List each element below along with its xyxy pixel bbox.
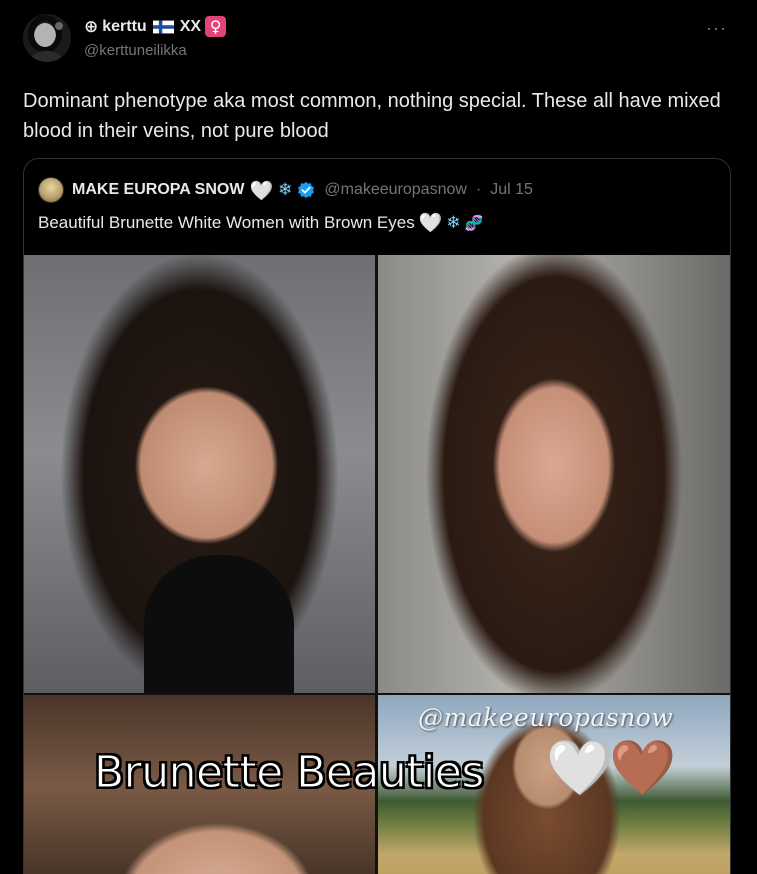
dna-icon: 🧬 [464,213,484,232]
white-heart-icon: 🤍 [418,212,443,234]
author-handle[interactable]: @kerttuneilikka [84,42,187,59]
quoted-tweet-date[interactable]: Jul 15 [490,181,533,199]
more-options-icon[interactable]: ··· [706,18,727,39]
tweet-text: Dominant phenotype aka most common, noth… [23,90,721,142]
snowflake-icon: ❄ [278,180,293,200]
image-watermark: @makeeuropasnow [418,703,674,732]
photo-top-left[interactable] [24,255,375,693]
quoted-tweet-text: Beautiful Brunette White Women with Brow… [38,212,415,232]
author-display-name[interactable]: kerttu [102,18,146,36]
snowflake-icon: ❄ [446,212,461,233]
quoted-author-handle[interactable]: @makeeuropasnow [324,181,467,199]
white-heart-icon: 🤍 [546,736,614,799]
female-sign-label: ♀ [209,17,222,36]
female-sign-icon: ♀ [205,16,227,37]
avatar-portrait-icon [23,14,71,62]
author-avatar[interactable] [23,14,71,62]
photo-top-right[interactable] [378,255,730,693]
quoted-author-avatar[interactable] [38,177,64,203]
brown-heart-icon: 🤎 [609,736,677,799]
quoted-tweet-text-row: Beautiful Brunette White Women with Brow… [38,211,483,234]
meta-separator: · [475,181,482,198]
quoted-tweet-card[interactable]: MAKE EUROPA SNOW 🤍 ❄ @makeeuropasnow · J… [23,158,731,874]
globe-symbol-icon: ⊕ [84,16,99,37]
verified-badge-icon [297,181,315,199]
quoted-tweet-header: MAKE EUROPA SNOW 🤍 ❄ @makeeuropasnow · J… [38,177,533,203]
author-name-row[interactable]: ⊕ kerttu XX ♀ [84,16,227,37]
quoted-author-name[interactable]: MAKE EUROPA SNOW [72,181,244,199]
image-overlay-title: Brunette Beauties [94,747,485,799]
quoted-tweet-media[interactable]: @makeeuropasnow Brunette Beauties 🤍 🤎 [24,255,730,874]
author-name-suffix: XX [179,17,202,35]
white-heart-icon: 🤍 [249,179,274,202]
finland-flag-icon [152,20,174,34]
